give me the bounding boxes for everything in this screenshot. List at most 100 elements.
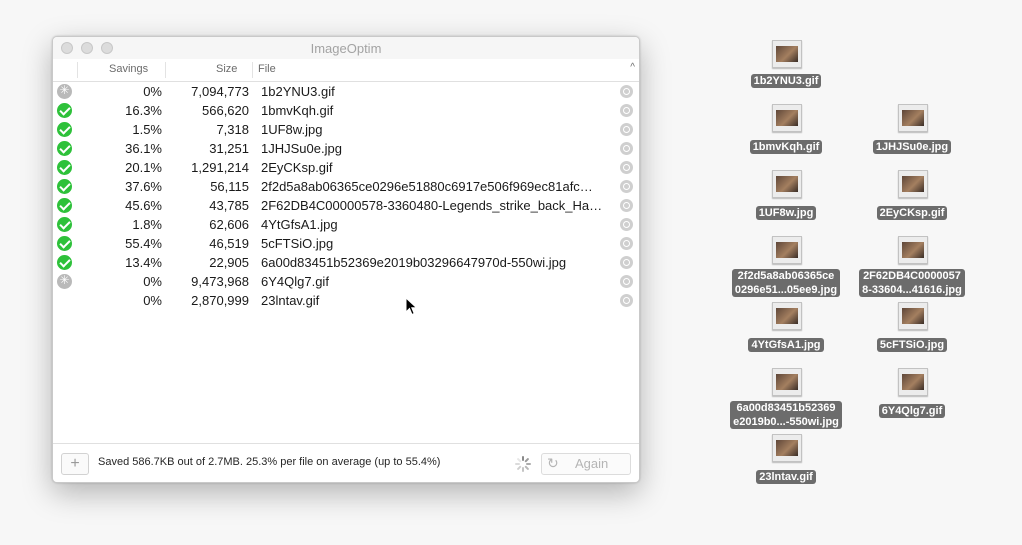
column-header-size[interactable]: Size (216, 63, 237, 75)
add-files-button[interactable]: + (61, 453, 89, 475)
desktop-file-icon[interactable]: 6a00d83451b52369 e2019b0...-550wi.jpg (721, 368, 851, 432)
table-row[interactable]: 45.6% 43,785 2F62DB4C00000578-3360480-Le… (53, 196, 639, 215)
size-cell: 566,620 (202, 103, 249, 118)
reveal-magnifier-icon[interactable] (620, 85, 633, 98)
table-row[interactable]: 0% 9,473,968 6Y4Qlg7.gif (53, 272, 639, 291)
desktop-file-label: 5cFTSiO.jpg (876, 338, 948, 352)
reveal-magnifier-icon[interactable] (620, 142, 633, 155)
file-cell: 2F62DB4C00000578-3360480-Legends_strike_… (261, 198, 603, 213)
image-thumbnail-icon (898, 236, 928, 264)
status-busy-icon (57, 83, 72, 99)
savings-cell: 0% (143, 274, 162, 289)
status-done-icon (57, 160, 72, 175)
desktop-file-label: 6Y4Qlg7.gif (878, 404, 946, 418)
size-cell: 43,785 (209, 198, 249, 213)
title-bar[interactable]: ImageOptim (53, 37, 639, 60)
image-thumbnail-icon (772, 434, 802, 462)
file-cell: 4YtGfsA1.jpg (261, 217, 338, 232)
table-row[interactable]: 13.4% 22,905 6a00d83451b52369e2019b03296… (53, 253, 639, 272)
column-header-savings[interactable]: Savings (109, 63, 148, 75)
size-cell: 56,115 (210, 179, 249, 194)
reveal-magnifier-icon[interactable] (620, 180, 633, 193)
again-button-label: Again (575, 456, 609, 471)
table-row[interactable]: 1.8% 62,606 4YtGfsA1.jpg (53, 215, 639, 234)
desktop-file-icon[interactable]: 6Y4Qlg7.gif (847, 368, 977, 418)
desktop-file-icon[interactable]: 23lntav.gif (721, 434, 851, 484)
size-cell: 1,291,214 (191, 160, 249, 175)
image-thumbnail-icon (898, 104, 928, 132)
desktop-file-label: 23lntav.gif (756, 470, 816, 484)
refresh-icon: ↻ (547, 455, 559, 471)
savings-summary: Saved 586.7KB out of 2.7MB. 25.3% per fi… (98, 456, 441, 468)
savings-cell: 1.5% (132, 122, 162, 137)
status-done-icon (57, 198, 72, 213)
reveal-magnifier-icon[interactable] (620, 123, 633, 136)
file-cell: 6a00d83451b52369e2019b03296647970d-550wi… (261, 255, 567, 270)
desktop-file-icon[interactable]: 4YtGfsA1.jpg (721, 302, 851, 352)
desktop-file-icon[interactable]: 2F62DB4C0000057 8-33604...41616.jpg (847, 236, 977, 300)
size-cell: 22,905 (209, 255, 249, 270)
status-done-icon (57, 103, 72, 118)
savings-cell: 1.8% (132, 217, 162, 232)
desktop-file-icon[interactable]: 2EyCKsp.gif (847, 170, 977, 220)
table-row[interactable]: 36.1% 31,251 1JHJSu0e.jpg (53, 139, 639, 158)
table-row[interactable]: 55.4% 46,519 5cFTSiO.jpg (53, 234, 639, 253)
again-button[interactable]: ↻ Again (541, 453, 631, 475)
desktop-file-label: 1bmvKqh.gif (749, 140, 823, 154)
desktop-file-icon[interactable]: 5cFTSiO.jpg (847, 302, 977, 352)
table-row[interactable]: 37.6% 56,115 2f2d5a8ab06365ce0296e51880c… (53, 177, 639, 196)
savings-cell: 16.3% (125, 103, 162, 118)
image-thumbnail-icon (772, 170, 802, 198)
savings-cell: 36.1% (125, 141, 162, 156)
desktop-file-label: 2f2d5a8ab06365ce 0296e51...05ee9.jpg (731, 269, 841, 297)
status-done-icon (57, 217, 72, 232)
file-list: 0% 7,094,773 1b2YNU3.gif 16.3% 566,620 1… (53, 82, 639, 310)
savings-cell: 0% (143, 84, 162, 99)
table-row[interactable]: 16.3% 566,620 1bmvKqh.gif (53, 101, 639, 120)
reveal-magnifier-icon[interactable] (620, 199, 633, 212)
desktop-file-icon[interactable]: 1bmvKqh.gif (721, 104, 851, 154)
reveal-magnifier-icon[interactable] (620, 256, 633, 269)
status-done-icon (57, 255, 72, 270)
reveal-magnifier-icon[interactable] (620, 294, 633, 307)
image-thumbnail-icon (898, 302, 928, 330)
savings-cell: 37.6% (125, 179, 162, 194)
desktop-file-label: 6a00d83451b52369 e2019b0...-550wi.jpg (730, 401, 842, 429)
size-cell: 7,094,773 (191, 84, 249, 99)
image-thumbnail-icon (772, 236, 802, 264)
status-busy-icon (57, 273, 72, 289)
desktop-file-label: 2F62DB4C0000057 8-33604...41616.jpg (859, 269, 965, 297)
savings-cell: 45.6% (125, 198, 162, 213)
desktop-file-label: 2EyCKsp.gif (876, 206, 948, 220)
table-row[interactable]: 1.5% 7,318 1UF8w.jpg (53, 120, 639, 139)
table-row[interactable]: 20.1% 1,291,214 2EyCKsp.gif (53, 158, 639, 177)
size-cell: 31,251 (209, 141, 249, 156)
image-thumbnail-icon (898, 368, 928, 396)
reveal-magnifier-icon[interactable] (620, 237, 633, 250)
size-cell: 46,519 (209, 236, 249, 251)
table-row[interactable]: 0% 2,870,999 23lntav.gif (53, 291, 639, 310)
reveal-magnifier-icon[interactable] (620, 275, 633, 288)
file-cell: 1JHJSu0e.jpg (261, 141, 342, 156)
image-thumbnail-icon (772, 104, 802, 132)
reveal-magnifier-icon[interactable] (620, 218, 633, 231)
desktop-file-label: 4YtGfsA1.jpg (748, 338, 824, 352)
file-cell: 1b2YNU3.gif (261, 84, 335, 99)
image-thumbnail-icon (772, 40, 802, 68)
status-done-icon (57, 236, 72, 251)
desktop-file-icon[interactable]: 2f2d5a8ab06365ce 0296e51...05ee9.jpg (721, 236, 851, 300)
sort-ascending-icon[interactable]: ^ (630, 62, 635, 73)
desktop-file-icon[interactable]: 1UF8w.jpg (721, 170, 851, 220)
desktop-file-icon[interactable]: 1JHJSu0e.jpg (847, 104, 977, 154)
reveal-magnifier-icon[interactable] (620, 161, 633, 174)
mouse-pointer-icon (405, 297, 418, 316)
status-done-icon (57, 122, 72, 137)
size-cell: 62,606 (209, 217, 249, 232)
table-row[interactable]: 0% 7,094,773 1b2YNU3.gif (53, 82, 639, 101)
reveal-magnifier-icon[interactable] (620, 104, 633, 117)
progress-spinner-icon (515, 456, 531, 472)
desktop-file-icon[interactable]: 1b2YNU3.gif (721, 40, 851, 90)
imageoptim-window: ImageOptim Savings Size File ^ 0% 7,094,… (52, 36, 640, 483)
column-header-file[interactable]: File (258, 63, 276, 75)
table-header: Savings Size File ^ (53, 59, 639, 82)
